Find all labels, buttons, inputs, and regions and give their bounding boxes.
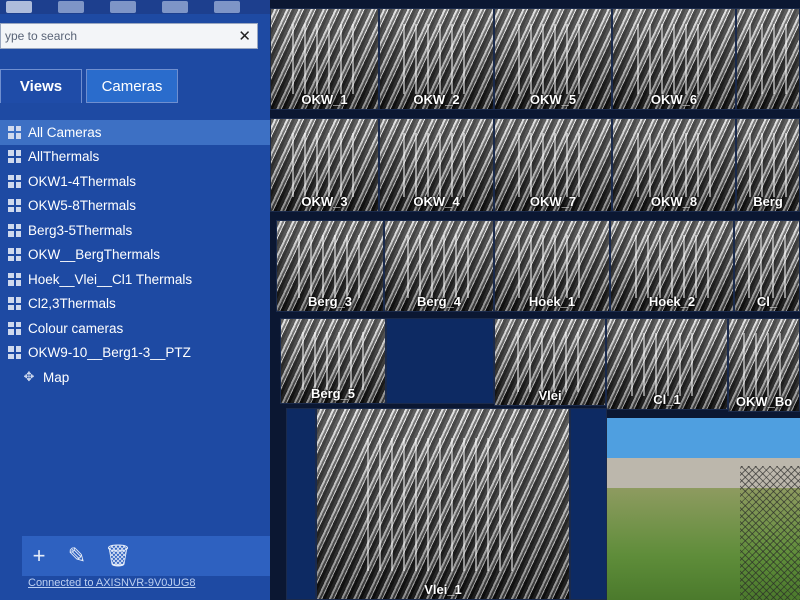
sky (607, 418, 800, 458)
grid-icon (8, 248, 21, 262)
grid-icon (8, 150, 21, 164)
view-item-label: Map (43, 369, 70, 385)
camera-label: Hoek_1 (528, 294, 576, 309)
camera-tile[interactable]: OKW_6 (612, 8, 736, 110)
camera-tile[interactable]: Hoek_2 (610, 220, 734, 312)
view-item-label: OKW9-10__Berg1-3__PTZ (28, 345, 191, 361)
camera-tile[interactable]: Vlei (494, 318, 606, 406)
grid-icon (8, 297, 21, 311)
grid-icon (8, 174, 21, 188)
toolbar-settings-icon[interactable] (214, 1, 240, 13)
camera-label: Berg_3 (307, 294, 353, 309)
empty-tile (386, 318, 494, 404)
toolbar-camera-icon[interactable] (58, 1, 84, 13)
camera-tile[interactable] (736, 8, 800, 110)
grid-icon (8, 321, 21, 335)
view-item-label: OKW__BergThermals (28, 247, 161, 263)
view-item-okw1-4[interactable]: OKW1-4Thermals (0, 169, 270, 194)
camera-tile[interactable]: OKW_Bo (728, 318, 800, 412)
camera-label: OKW_5 (529, 92, 577, 107)
camera-label: Cl_ (756, 294, 778, 309)
view-item-all-cameras[interactable]: All Cameras (0, 120, 270, 145)
view-item-label: AllThermals (28, 149, 100, 165)
view-item-label: All Cameras (28, 124, 102, 140)
camera-label: OKW_4 (413, 194, 460, 209)
view-item-berg3-5[interactable]: Berg3-5Thermals (0, 218, 270, 243)
view-item-label: Hoek__Vlei__Cl1 Thermals (28, 271, 193, 287)
toolbar-export-icon[interactable] (162, 1, 188, 13)
view-item-colour-cameras[interactable]: Colour cameras (0, 316, 270, 341)
view-item-label: OKW1-4Thermals (28, 173, 137, 189)
view-item-okw9-10-ptz[interactable]: OKW9-10__Berg1-3__PTZ (0, 341, 270, 366)
map-icon: ✥ (23, 369, 35, 385)
empty-tile (286, 408, 316, 600)
camera-label: Vlei_1 (424, 582, 462, 597)
camera-label: Cl_1 (653, 392, 681, 407)
camera-label: Hoek_2 (648, 294, 696, 309)
toolbar-tools-icon[interactable] (110, 1, 136, 13)
camera-tile[interactable]: Vlei_1 (316, 408, 570, 600)
camera-label: Vlei (538, 388, 562, 403)
view-item-label: Colour cameras (28, 320, 124, 336)
views-tree: All Cameras AllThermals OKW1-4Thermals O… (0, 120, 270, 390)
view-item-cl2-3[interactable]: Cl2,3Thermals (0, 292, 270, 317)
camera-tile[interactable]: Hoek_1 (494, 220, 610, 312)
camera-label: Berg_4 (416, 294, 462, 309)
view-actions-bar: + ✎ 🗑 (22, 536, 270, 576)
connection-status: Connected to AXISNVR-9V0JUG8 (28, 577, 196, 589)
camera-tile[interactable]: OKW_4 (379, 118, 494, 212)
camera-tile[interactable]: OKW_3 (270, 118, 379, 212)
view-item-label: Cl2,3Thermals (28, 296, 116, 312)
clear-search-icon[interactable]: ✕ (238, 27, 251, 45)
camera-label: OKW_2 (413, 92, 460, 107)
grid-icon (8, 272, 21, 286)
view-item-allthermals[interactable]: AllThermals (0, 145, 270, 170)
panel-tabs: Views Cameras (0, 69, 270, 103)
camera-label: OKW_3 (301, 194, 348, 209)
delete-view-icon[interactable]: 🗑 (104, 543, 132, 569)
camera-label: OKW_1 (301, 92, 348, 107)
view-item-hoek-vlei-cl1[interactable]: Hoek__Vlei__Cl1 Thermals (0, 267, 270, 292)
camera-tile[interactable]: Berg_5 (280, 318, 386, 404)
camera-tile[interactable]: Berg (736, 118, 800, 212)
grid-icon (8, 199, 21, 213)
toolbar-views-icon[interactable] (6, 1, 32, 13)
tab-views[interactable]: Views (0, 69, 82, 103)
edit-view-icon[interactable]: ✎ (66, 543, 88, 569)
camera-tile[interactable]: OKW_2 (379, 8, 494, 110)
camera-tile[interactable]: OKW_8 (612, 118, 736, 212)
camera-tile[interactable]: Cl_1 (606, 318, 728, 410)
view-item-label: OKW5-8Thermals (28, 198, 137, 214)
camera-label: OKW_6 (650, 92, 698, 107)
view-item-map[interactable]: ✥ Map (0, 365, 270, 390)
camera-label: Berg (753, 194, 783, 209)
camera-label: OKW_Bo (735, 394, 793, 409)
camera-label: OKW_8 (650, 194, 698, 209)
colour-camera-tile[interactable] (607, 418, 800, 600)
view-item-label: Berg3-5Thermals (28, 222, 133, 238)
camera-tile[interactable]: Berg_4 (384, 220, 494, 312)
camera-label: OKW_7 (529, 194, 577, 209)
search-input[interactable] (1, 24, 229, 48)
view-item-okw5-8[interactable]: OKW5-8Thermals (0, 194, 270, 219)
top-toolbar (0, 0, 276, 14)
empty-tile (570, 408, 607, 600)
grid-icon (8, 223, 21, 237)
view-item-okw-berg[interactable]: OKW__BergThermals (0, 243, 270, 268)
camera-tile[interactable]: OKW_1 (270, 8, 379, 110)
camera-label: Berg_5 (310, 386, 356, 401)
add-view-icon[interactable]: + (28, 543, 50, 569)
camera-tile[interactable]: OKW_7 (494, 118, 612, 212)
camera-tile[interactable]: Berg_3 (276, 220, 384, 312)
grid-icon (8, 125, 21, 139)
search-box: ✕ (0, 23, 258, 49)
camera-tile[interactable]: Cl_ (734, 220, 800, 312)
camera-tile[interactable]: OKW_5 (494, 8, 612, 110)
tab-cameras[interactable]: Cameras (86, 69, 178, 103)
fence (740, 466, 800, 600)
grid-icon (8, 346, 21, 360)
